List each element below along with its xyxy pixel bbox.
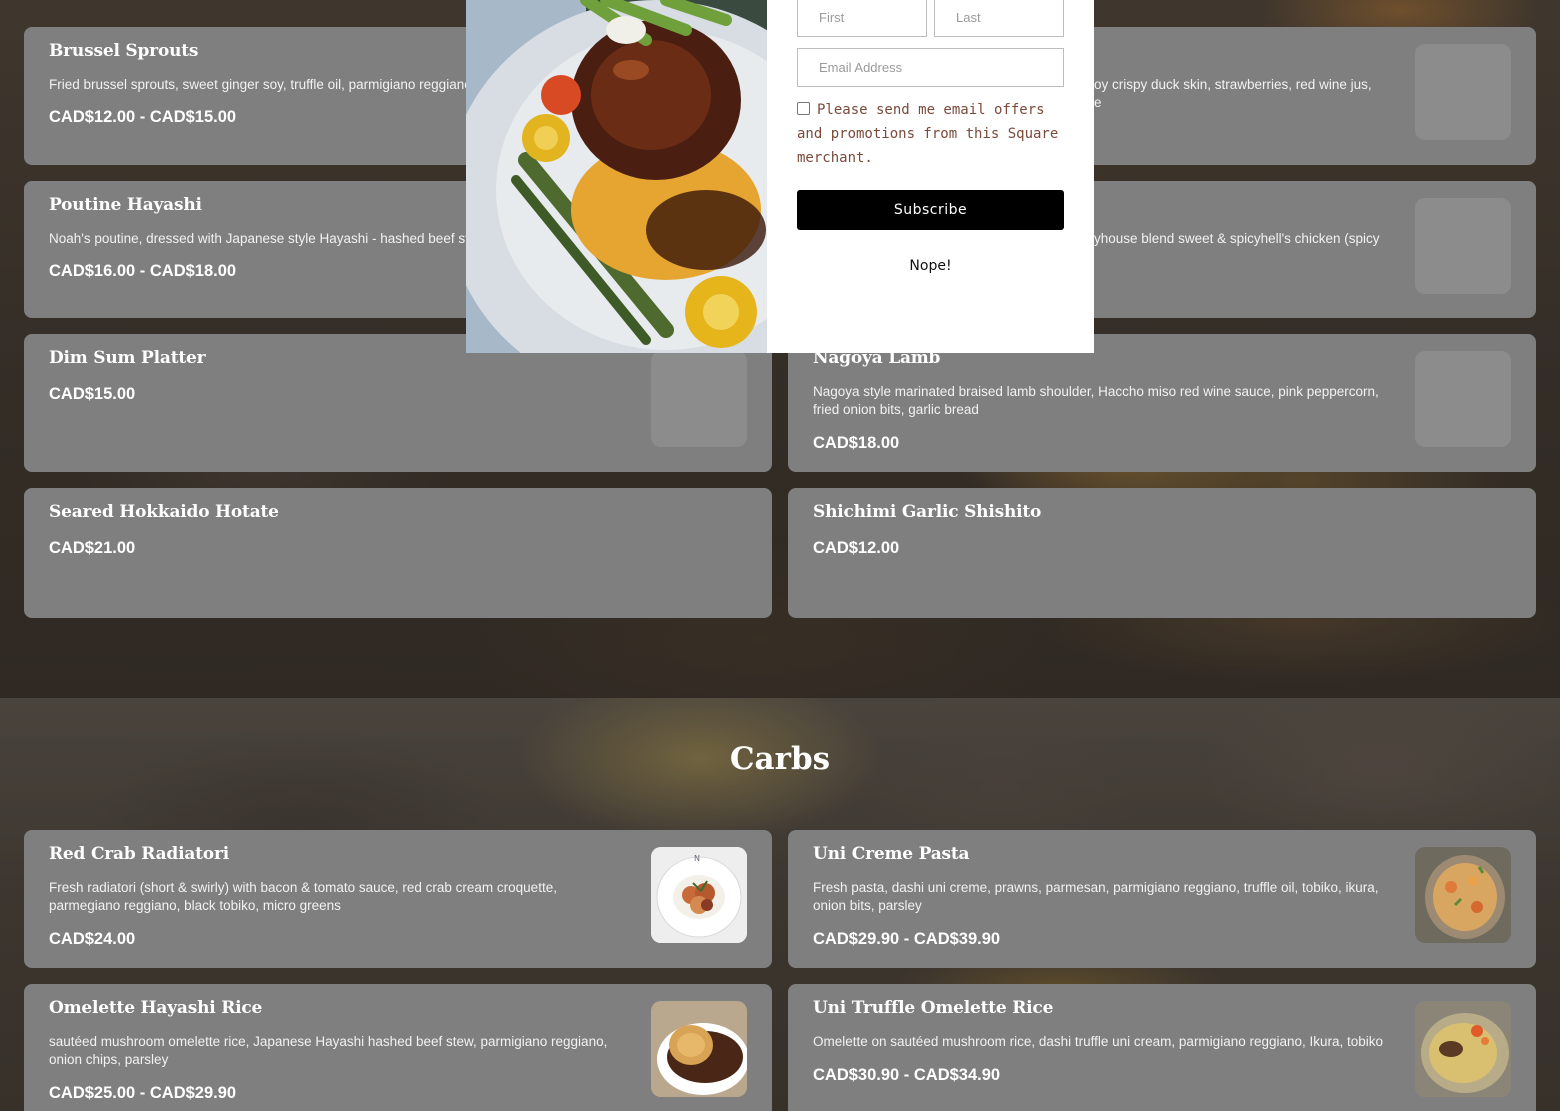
menu-item-description: Omelette on sautéed mushroom rice, dashi… bbox=[813, 1034, 1384, 1049]
uni-omelette-image bbox=[1415, 1001, 1511, 1097]
menu-item-description: Nagoya style marinated braised lamb shou… bbox=[813, 384, 1379, 417]
menu-item-image-placeholder bbox=[1415, 351, 1511, 447]
menu-item-image-placeholder bbox=[1415, 198, 1511, 294]
menu-item-description: Fresh pasta, dashi uni creme, prawns, pa… bbox=[813, 880, 1379, 913]
menu-item-image-placeholder bbox=[1415, 44, 1511, 140]
menu-item-price: CAD$24.00 bbox=[49, 930, 136, 948]
menu-item-card[interactable]: Red Crab Radiatori Fresh radiatori (shor… bbox=[24, 830, 772, 968]
email-field[interactable] bbox=[797, 48, 1064, 87]
omelette-rice-image bbox=[651, 1001, 747, 1097]
menu-item-card[interactable]: Omelette Hayashi Rice sautéed mushroom o… bbox=[24, 984, 772, 1111]
menu-item-name: Uni Truffle Omelette Rice bbox=[813, 998, 1054, 1018]
menu-item-price: CAD$30.90 - CAD$34.90 bbox=[813, 1066, 1001, 1084]
menu-item-name: Omelette Hayashi Rice bbox=[49, 998, 263, 1018]
svg-text:N: N bbox=[694, 854, 700, 863]
consent-checkbox[interactable] bbox=[797, 102, 810, 115]
menu-item-price: CAD$18.00 bbox=[813, 434, 900, 452]
menu-item-price: CAD$15.00 bbox=[49, 385, 136, 403]
menu-item-name: Dim Sum Platter bbox=[49, 348, 206, 368]
menu-item-name: Brussel Sprouts bbox=[49, 41, 199, 61]
menu-item-name: Poutine Hayashi bbox=[49, 195, 202, 215]
dismiss-button[interactable]: Nope! bbox=[797, 254, 1064, 278]
menu-item-description: Fresh radiatori (short & swirly) with ba… bbox=[49, 880, 557, 913]
consent-label: Please send me email offers and promotio… bbox=[797, 102, 1059, 166]
email-consent: Please send me email offers and promotio… bbox=[797, 98, 1067, 170]
menu-item-name: Seared Hokkaido Hotate bbox=[49, 502, 279, 522]
menu-item-name: Shichimi Garlic Shishito bbox=[813, 502, 1042, 522]
menu-item-image-placeholder bbox=[651, 351, 747, 447]
menu-item-name: Red Crab Radiatori bbox=[49, 844, 229, 864]
last-name-field[interactable] bbox=[934, 0, 1064, 37]
menu-item-description: oy crispy duck skin, strawberries, red w… bbox=[1094, 77, 1372, 92]
section-title-carbs: Carbs bbox=[729, 741, 831, 777]
pasta-bowl-image: N bbox=[651, 847, 747, 943]
plated-steak-dish-image bbox=[466, 0, 767, 353]
uni-pasta-image bbox=[1415, 847, 1511, 943]
menu-item-card[interactable]: Shichimi Garlic Shishito CAD$12.00 bbox=[788, 488, 1536, 618]
menu-item-description: Fried brussel sprouts, sweet ginger soy,… bbox=[49, 77, 472, 92]
subscribe-modal: Please send me email offers and promotio… bbox=[767, 0, 1094, 353]
menu-item-price: CAD$16.00 - CAD$18.00 bbox=[49, 262, 237, 280]
menu-item-price: CAD$29.90 - CAD$39.90 bbox=[813, 930, 1001, 948]
menu-item-card[interactable]: Uni Creme Pasta Fresh pasta, dashi uni c… bbox=[788, 830, 1536, 968]
menu-item-name: Uni Creme Pasta bbox=[813, 844, 970, 864]
menu-item-price: CAD$25.00 - CAD$29.90 bbox=[49, 1084, 237, 1102]
menu-item-card[interactable]: Nagoya Lamb Nagoya style marinated brais… bbox=[788, 334, 1536, 472]
menu-item-card[interactable]: Seared Hokkaido Hotate CAD$21.00 bbox=[24, 488, 772, 618]
menu-item-description: yhouse blend sweet & spicyhell's chicken… bbox=[1094, 231, 1380, 246]
menu-item-description: Noah's poutine, dressed with Japanese st… bbox=[49, 231, 469, 246]
menu-item-price: CAD$12.00 bbox=[813, 539, 900, 557]
menu-item-price: CAD$12.00 - CAD$15.00 bbox=[49, 108, 237, 126]
menu-item-description: sautéed mushroom omelette rice, Japanese… bbox=[49, 1034, 608, 1067]
subscribe-button[interactable]: Subscribe bbox=[797, 190, 1064, 230]
menu-item-card[interactable]: Dim Sum Platter CAD$15.00 bbox=[24, 334, 772, 472]
first-name-field[interactable] bbox=[797, 0, 927, 37]
menu-item-card[interactable]: Uni Truffle Omelette Rice Omelette on sa… bbox=[788, 984, 1536, 1111]
menu-item-description-line2: e bbox=[1094, 95, 1102, 110]
menu-item-price: CAD$21.00 bbox=[49, 539, 136, 557]
